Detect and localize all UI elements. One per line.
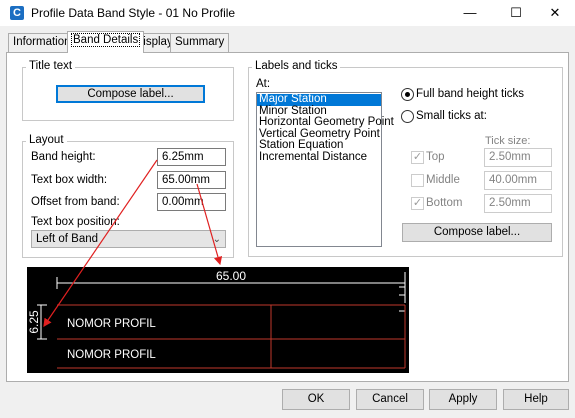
list-item-incremental-distance[interactable]: Incremental Distance <box>257 151 381 164</box>
compose-tick-label-button[interactable]: Compose label... <box>402 223 552 242</box>
text-box-position-select[interactable]: Left of Band ⌄ <box>31 230 226 248</box>
list-item-station-equation[interactable]: Station Equation <box>257 139 381 152</box>
cancel-button[interactable]: Cancel <box>356 389 424 410</box>
help-button[interactable]: Help <box>503 389 569 410</box>
labels-and-ticks-group-label: Labels and ticks <box>252 60 341 72</box>
tab-band-details[interactable]: Band Details <box>67 31 145 53</box>
tick-location-list[interactable]: Major Station Minor Station Horizontal G… <box>256 92 394 247</box>
list-item-horizontal-geometry-point[interactable]: Horizontal Geometry Point <box>257 116 394 129</box>
width-annotation: 65.00 <box>216 269 246 283</box>
tab-summary[interactable]: Summary <box>170 33 230 52</box>
tab-summary-label: Summary <box>175 36 225 48</box>
bottom-label: Bottom <box>426 197 463 209</box>
maximize-button[interactable]: ☐ <box>496 0 536 26</box>
list-item-major-station[interactable]: Major Station <box>257 93 381 106</box>
middle-tick-size-input[interactable]: 40.00mm <box>484 171 552 190</box>
minimize-button[interactable]: — <box>450 0 490 26</box>
title-text-group-label: Title text <box>26 60 76 72</box>
offset-from-band-label: Offset from band: <box>31 196 120 208</box>
row-1-label: NOMOR PROFIL <box>67 318 156 330</box>
small-ticks-label[interactable]: Small ticks at: <box>416 110 487 122</box>
band-height-input[interactable]: 6.25mm <box>157 148 226 166</box>
ok-button[interactable]: OK <box>282 389 350 410</box>
text-box-position-label: Text box position: <box>31 216 120 228</box>
window-title: Profile Data Band Style - 01 No Profile <box>31 6 236 20</box>
text-box-position-value: Left of Band <box>36 233 99 245</box>
band-height-label: Band height: <box>31 151 96 163</box>
at-label: At: <box>256 78 271 90</box>
top-label: Top <box>426 151 445 163</box>
band-preview: 65.00 6.25 NOMOR PROFIL NOMOR PROFIL <box>27 267 409 373</box>
full-band-height-radio[interactable] <box>401 88 414 101</box>
full-band-height-label[interactable]: Full band height ticks <box>416 88 524 100</box>
civil3d-app-icon: C <box>10 6 24 20</box>
close-button[interactable]: ✕ <box>535 0 575 26</box>
tab-information[interactable]: Information <box>8 33 76 52</box>
tick-size-label: Tick size: <box>485 135 531 147</box>
bottom-tick-size-input[interactable]: 2.50mm <box>484 194 552 213</box>
chevron-down-icon: ⌄ <box>212 234 221 245</box>
compose-title-label-button[interactable]: Compose label... <box>56 85 205 103</box>
middle-checkbox[interactable] <box>411 174 424 187</box>
band-preview-drawing: 65.00 6.25 NOMOR PROFIL NOMOR PROFIL <box>27 269 406 369</box>
top-checkbox[interactable]: ✓ <box>411 151 424 164</box>
middle-label: Middle <box>426 174 460 186</box>
apply-button[interactable]: Apply <box>429 389 497 410</box>
text-box-width-label: Text box width: <box>31 174 108 186</box>
text-box-width-input[interactable]: 65.00mm <box>157 171 226 189</box>
bottom-checkbox[interactable]: ✓ <box>411 197 424 210</box>
height-annotation: 6.25 <box>27 310 41 334</box>
offset-from-band-input[interactable]: 0.00mm <box>157 193 226 211</box>
tab-band-details-label: Band Details <box>70 33 141 47</box>
tab-information-label: Information <box>13 36 71 48</box>
small-ticks-radio[interactable] <box>401 110 414 123</box>
top-tick-size-input[interactable]: 2.50mm <box>484 148 552 167</box>
row-2-label: NOMOR PROFIL <box>67 349 156 361</box>
layout-group-label: Layout <box>26 134 67 146</box>
